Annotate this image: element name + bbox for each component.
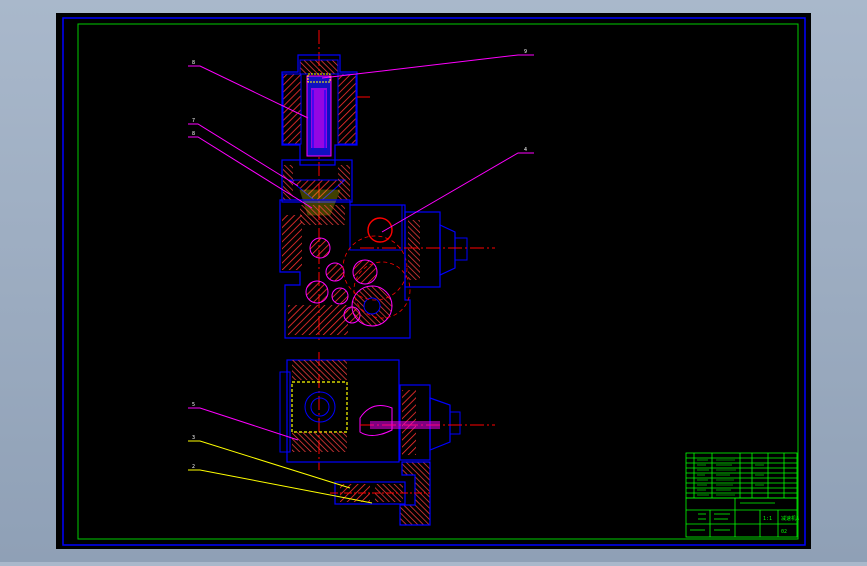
- callout-label-2: 7: [192, 118, 195, 124]
- title-block-name: 减速机A: [781, 515, 799, 522]
- cad-viewport[interactable]: 8 7 8 9 4 5 3 2 减速机A 1:1 02: [0, 0, 867, 562]
- callout-label-3: 8: [192, 131, 195, 137]
- callout-label-7: 3: [192, 435, 195, 441]
- callout-label-8: 2: [192, 464, 195, 470]
- title-block-scale: 1:1: [763, 516, 772, 522]
- drawing-sheet: [56, 13, 811, 549]
- callout-label-6: 5: [192, 402, 195, 408]
- callout-label-4: 9: [524, 49, 527, 55]
- callout-label-1: 8: [192, 60, 195, 66]
- drawing-canvas[interactable]: 8 7 8 9 4 5 3 2 减速机A 1:1 02: [0, 0, 867, 562]
- callout-label-5: 4: [524, 147, 527, 153]
- title-block-sheet: 02: [781, 529, 787, 535]
